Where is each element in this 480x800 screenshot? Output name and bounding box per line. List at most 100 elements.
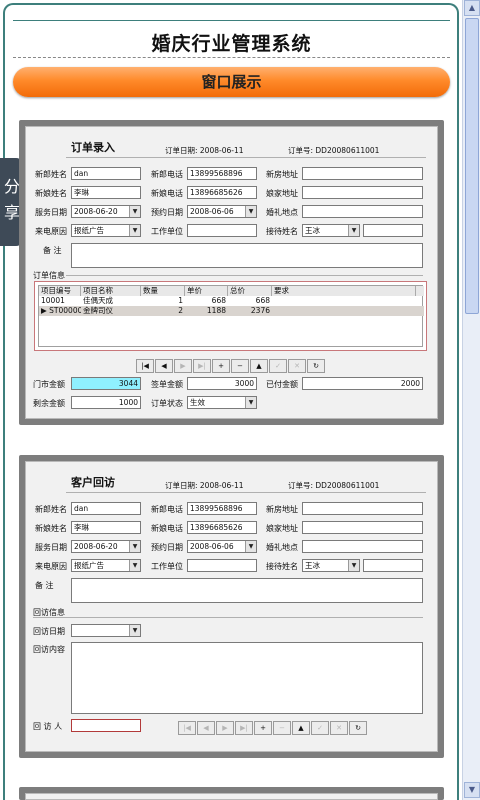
next-record-button[interactable]: ▶ [216,721,234,735]
service-date-label: 服务日期 [35,543,67,552]
first-record-button[interactable]: |◀ [136,359,154,373]
receptionist-value: 王冰 [305,561,320,570]
contract-amount-label: 签单金额 [151,380,183,389]
source-select[interactable]: 报纸广告 ▼ [71,224,141,237]
cancel-record-button[interactable]: ✕ [330,721,348,735]
remarks-textarea[interactable] [71,243,423,268]
table-cell[interactable]: 佳偶天成 [81,296,141,306]
visitor-input[interactable] [71,719,141,732]
grid-header-name[interactable]: 项目名称 [81,286,141,296]
first-record-button[interactable]: |◀ [178,721,196,735]
table-cell[interactable]: 668 [228,296,272,306]
last-record-button[interactable]: ▶| [235,721,253,735]
receptionist-select[interactable]: 王冰 ▼ [302,224,360,237]
add-record-button[interactable]: + [254,721,272,735]
service-date-select[interactable]: 2008-06-20 ▼ [71,540,141,553]
record-navigator: |◀ ◀ ▶ ▶| + − ▲ ✓ ✕ ↻ [136,359,326,373]
service-date-label: 服务日期 [35,208,67,217]
grid-header-qty[interactable]: 数量 [141,286,185,296]
scroll-thumb[interactable] [465,18,479,314]
table-cell[interactable]: 1188 [185,306,228,316]
bride-phone-input[interactable]: 13896685626 [187,186,257,199]
refresh-record-button[interactable]: ↻ [349,721,367,735]
source-value: 报纸广告 [74,226,104,235]
add-record-button[interactable]: + [212,359,230,373]
prev-record-button[interactable]: ◀ [155,359,173,373]
order-status-select[interactable]: 生效 ▼ [187,396,257,409]
bride-phone-input[interactable]: 13896685626 [187,521,257,534]
service-date-select[interactable]: 2008-06-20 ▼ [71,205,141,218]
booking-date-select[interactable]: 2008-06-06 ▼ [187,540,257,553]
bride-name-input[interactable]: 李琳 [71,521,141,534]
table-cell[interactable]: 2 [141,306,185,316]
dropdown-arrow-icon[interactable]: ▼ [129,560,140,571]
cancel-record-button[interactable]: ✕ [288,359,306,373]
visit-panel-title: 客户回访 [71,476,115,489]
next-record-button[interactable]: ▶ [174,359,192,373]
bride-home-input[interactable] [302,186,423,199]
delete-record-button[interactable]: − [231,359,249,373]
remaining-amount-input[interactable]: 1000 [71,396,141,409]
delete-record-button[interactable]: − [273,721,291,735]
dropdown-arrow-icon[interactable]: ▼ [129,225,140,236]
visit-content-textarea[interactable] [71,642,423,714]
wedding-place-input[interactable] [302,540,423,553]
remarks-textarea[interactable] [71,578,423,603]
refresh-record-button[interactable]: ↻ [307,359,325,373]
wedding-place-input[interactable] [302,205,423,218]
post-record-button[interactable]: ✓ [311,721,329,735]
visit-date-select[interactable]: ▼ [71,624,141,637]
booking-date-select[interactable]: 2008-06-06 ▼ [187,205,257,218]
receptionist-select[interactable]: 王冰 ▼ [302,559,360,572]
scroll-down-icon[interactable]: ▼ [464,782,480,798]
groom-name-input[interactable]: dan [71,167,141,180]
dropdown-arrow-icon[interactable]: ▼ [245,397,256,408]
bride-home-input[interactable] [302,521,423,534]
prev-record-button[interactable]: ◀ [197,721,215,735]
grid-header-requirements[interactable]: 要求 [272,286,416,296]
table-cell[interactable]: 1 [141,296,185,306]
dropdown-arrow-icon[interactable]: ▼ [129,206,140,217]
new-house-input[interactable] [302,167,423,180]
dropdown-arrow-icon[interactable]: ▼ [245,541,256,552]
work-unit-input[interactable] [187,224,257,237]
edit-record-button[interactable]: ▲ [292,721,310,735]
grid-header-price[interactable]: 单价 [185,286,228,296]
receptionist-extra-input[interactable] [363,559,423,572]
table-cell[interactable]: 金牌司仪 [81,306,141,316]
groom-phone-input[interactable]: 13899568896 [187,167,257,180]
edit-record-button[interactable]: ▲ [250,359,268,373]
groom-name-input[interactable]: dan [71,502,141,515]
contract-amount-input[interactable]: 3000 [187,377,257,390]
service-date-value: 2008-06-20 [74,542,118,551]
dropdown-arrow-icon[interactable]: ▼ [348,560,359,571]
paid-amount-label: 已付金额 [266,380,298,389]
work-unit-input[interactable] [187,559,257,572]
next-panel-body [25,793,438,800]
bride-name-input[interactable]: 李琳 [71,186,141,199]
groom-phone-input[interactable]: 13899568896 [187,502,257,515]
table-cell[interactable]: ▶ ST0000001 [39,306,81,316]
record-navigator: |◀ ◀ ▶ ▶| + − ▲ ✓ ✕ ↻ [178,721,368,735]
post-record-button[interactable]: ✓ [269,359,287,373]
divider [66,492,426,493]
table-cell[interactable]: 668 [185,296,228,306]
scroll-up-icon[interactable]: ▲ [464,0,480,16]
paid-amount-input[interactable]: 2000 [302,377,423,390]
order-items-grid[interactable]: 项目编号 项目名称 数量 单价 总价 要求 10001 佳偶天成 1 668 6… [34,281,427,351]
source-select[interactable]: 报纸广告 ▼ [71,559,141,572]
grid-header-total[interactable]: 总价 [228,286,272,296]
vertical-scrollbar[interactable]: ▲ ▼ [462,0,480,800]
dropdown-arrow-icon[interactable]: ▼ [129,541,140,552]
dropdown-arrow-icon[interactable]: ▼ [348,225,359,236]
dropdown-arrow-icon[interactable]: ▼ [245,206,256,217]
last-record-button[interactable]: ▶| [193,359,211,373]
table-cell[interactable]: 10001 [39,296,81,306]
grid-header-code[interactable]: 项目编号 [39,286,81,296]
store-amount-input[interactable]: 3044 [71,377,141,390]
table-cell[interactable]: 2376 [228,306,272,316]
dropdown-arrow-icon[interactable]: ▼ [129,625,140,636]
receptionist-extra-input[interactable] [363,224,423,237]
new-house-input[interactable] [302,502,423,515]
customer-visit-panel: 客户回访 订单日期: 2008-06-11 订单号: DD20080611001… [19,455,444,758]
